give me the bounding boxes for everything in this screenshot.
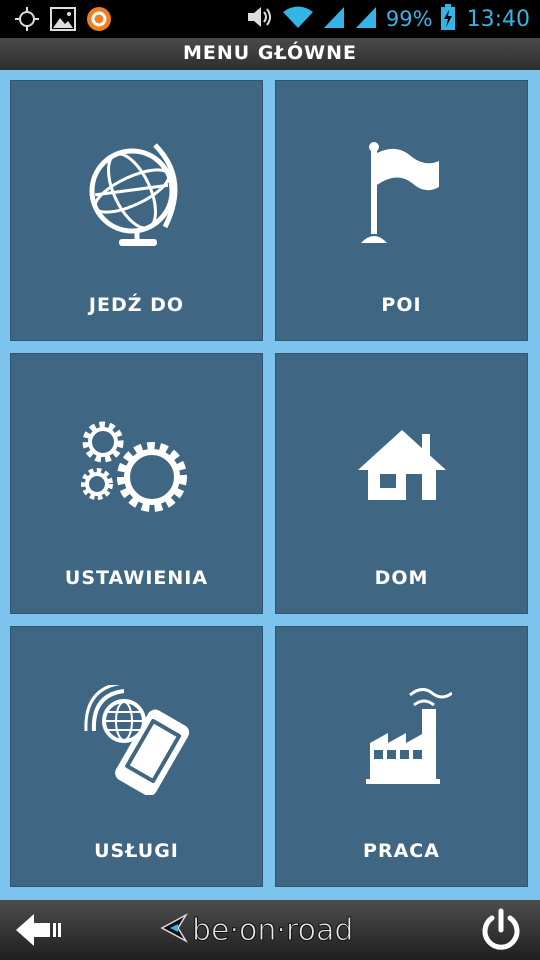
battery-percent: 99% [385,7,433,31]
signal-icon [322,5,346,33]
title-bar: MENU GŁÓWNE [0,38,540,71]
power-button[interactable] [480,908,522,952]
logo-mark-icon [160,913,189,947]
tile-poi[interactable]: POI [275,80,528,341]
gallery-icon [50,7,76,35]
main-menu-grid: JEDŹ DO POI USTAWIENIA DOM USŁUGI PRACA [0,70,540,900]
tile-label: JEDŹ DO [88,294,185,316]
tile-label: USŁUGI [94,840,179,862]
logo-text: be·on·road [191,912,354,948]
status-bar: 99% 13:40 [0,0,540,38]
tile-label: DOM [374,567,429,589]
tile-dom[interactable]: DOM [275,353,528,614]
bottom-bar: be·on·road [0,900,540,960]
signal-icon [354,5,378,33]
tile-ustawienia[interactable]: USTAWIENIA [10,353,263,614]
tile-jedz-do[interactable]: JEDŹ DO [10,80,263,341]
app-notification-icon [86,6,112,36]
tile-praca[interactable]: PRACA [275,626,528,887]
tile-label: POI [381,294,422,316]
power-icon [480,908,522,956]
gps-icon [14,6,40,36]
page-title: MENU GŁÓWNE [183,42,357,64]
tile-label: PRACA [363,840,440,862]
clock: 13:40 [466,6,530,32]
back-button[interactable] [14,910,64,950]
tile-label: USTAWIENIA [64,567,209,589]
wifi-icon [282,5,314,33]
brand-logo: be·on·road [160,910,354,950]
battery-icon [440,4,455,34]
tile-uslugi[interactable]: USŁUGI [10,626,263,887]
volume-icon [246,5,274,33]
back-arrow-icon [14,914,64,954]
